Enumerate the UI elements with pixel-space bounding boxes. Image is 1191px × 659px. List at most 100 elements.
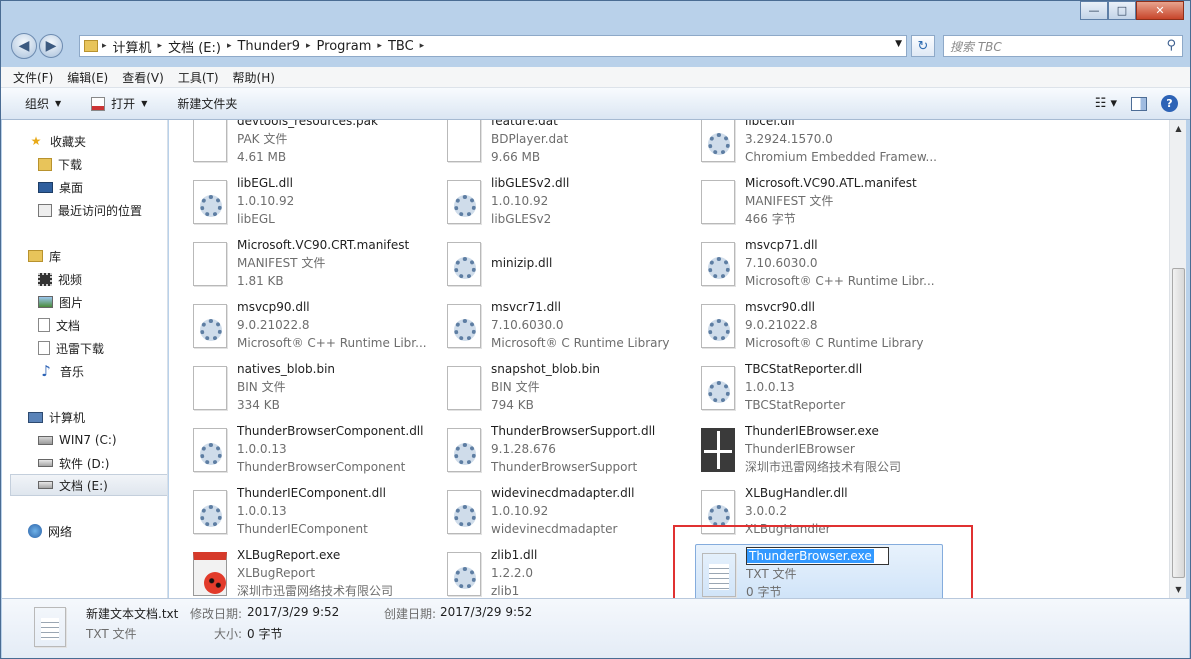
- maximize-button[interactable]: □: [1108, 1, 1136, 20]
- file-icon: [447, 366, 481, 410]
- nav-pictures[interactable]: 图片: [38, 291, 83, 313]
- breadcrumb-computer[interactable]: 计算机: [113, 37, 152, 56]
- address-dropdown-icon[interactable]: ▼: [895, 39, 902, 49]
- nav-documents[interactable]: 文档: [38, 314, 80, 336]
- file-item[interactable]: msvcr90.dll 9.0.21022.8 Microsoft® C Runti…: [695, 296, 943, 354]
- scroll-up-icon[interactable]: ▲: [1170, 120, 1187, 137]
- new-folder-button[interactable]: 新建文件夹: [177, 95, 237, 112]
- dll-gear-icon: [447, 180, 481, 224]
- file-item[interactable]: Microsoft.VC90.ATL.manifest MANIFEST 文件 46…: [695, 172, 943, 230]
- explorer-window: — □ ✕ ◀ ▶ ▸ 计算机 ▸ 文档 (E:) ▸ Thunder9 ▸ Prog…: [0, 0, 1191, 659]
- nav-drive-d[interactable]: 软件 (D:): [38, 452, 109, 474]
- file-item[interactable]: Microsoft.VC90.CRT.manifest MANIFEST 文件 1.…: [187, 234, 435, 292]
- breadcrumb-tbc[interactable]: TBC: [388, 39, 414, 54]
- vertical-scrollbar[interactable]: ▲ ▼: [1169, 120, 1186, 598]
- organize-button[interactable]: 组织 ▼: [25, 95, 61, 112]
- file-name: snapshot_blob.bin: [491, 362, 601, 376]
- nav-music[interactable]: ♪ 音乐: [38, 360, 84, 382]
- menu-edit[interactable]: 编辑(E): [67, 69, 108, 86]
- nav-drive-e[interactable]: 文档 (E:): [10, 474, 167, 496]
- open-button[interactable]: 打开 ▼: [91, 95, 147, 112]
- file-item[interactable]: widevinecdmadapter.dll 1.0.10.92 widevinec…: [441, 482, 689, 540]
- file-item[interactable]: msvcp90.dll 9.0.21022.8 Microsoft® C++ Run…: [187, 296, 435, 354]
- chevron-right-icon[interactable]: ▸: [377, 41, 382, 51]
- change-view-icon[interactable]: ☷ ▾: [1095, 96, 1117, 111]
- breadcrumb-program[interactable]: Program: [317, 39, 372, 54]
- file-item[interactable]: libEGL.dll 1.0.10.92 libEGL: [187, 172, 435, 230]
- file-meta-2: Microsoft® C++ Runtime Libr...: [237, 336, 427, 350]
- forward-button[interactable]: ▶: [39, 34, 63, 58]
- chevron-down-icon: ▼: [141, 99, 148, 108]
- preview-pane-icon[interactable]: [1131, 96, 1147, 111]
- file-item[interactable]: ThunderIEComponent.dll 1.0.0.13 ThunderIEC…: [187, 482, 435, 540]
- minimize-button[interactable]: —: [1080, 1, 1108, 20]
- refresh-button[interactable]: ↻: [911, 35, 935, 57]
- address-bar[interactable]: ▸ 计算机 ▸ 文档 (E:) ▸ Thunder9 ▸ Program ▸ TBC ▸ …: [79, 35, 907, 57]
- file-name: TBCStatReporter.dll: [745, 362, 863, 376]
- search-icon[interactable]: ⚲: [1166, 38, 1176, 53]
- dll-gear-icon: [193, 428, 227, 472]
- chevron-right-icon[interactable]: ▸: [306, 41, 311, 51]
- nav-downloads[interactable]: 下载: [38, 153, 82, 175]
- file-item[interactable]: libcef.dll 3.2924.1570.0 Chromium Embedded…: [695, 120, 943, 168]
- file-item[interactable]: feature.dat BDPlayer.dat 9.66 MB: [441, 120, 689, 168]
- nav-computer[interactable]: 计算机: [28, 406, 85, 428]
- file-name: msvcr90.dll: [745, 300, 815, 314]
- file-meta-1: 9.1.28.676: [491, 442, 556, 456]
- file-item[interactable]: zlib1.dll 1.2.2.0 zlib1: [441, 544, 689, 598]
- file-item[interactable]: minizip.dll: [441, 234, 689, 292]
- menu-help[interactable]: 帮助(H): [233, 69, 275, 86]
- chevron-right-icon[interactable]: ▸: [420, 41, 425, 51]
- nav-recent[interactable]: 最近访问的位置: [38, 199, 142, 221]
- nav-xunlei-downloads[interactable]: 迅雷下载: [38, 337, 104, 359]
- gear-icon: [708, 257, 730, 279]
- gear-icon: [454, 195, 476, 217]
- file-item-text: libGLESv2.dll 1.0.10.92 libGLESv2: [491, 174, 687, 228]
- file-name: Microsoft.VC90.ATL.manifest: [745, 176, 917, 190]
- file-item[interactable]: ThunderIEBrowser.exe ThunderIEBrowser 深圳市迅…: [695, 420, 943, 478]
- file-item[interactable]: msvcp71.dll 7.10.6030.0 Microsoft® C++ Run…: [695, 234, 943, 292]
- details-created-label: 创建日期:: [384, 607, 437, 621]
- search-input[interactable]: 搜索 TBC ⚲: [943, 35, 1183, 57]
- scroll-thumb[interactable]: [1172, 268, 1185, 578]
- file-item[interactable]: ThunderBrowserComponent.dll 1.0.0.13 Thund…: [187, 420, 435, 478]
- breadcrumb-thunder9[interactable]: Thunder9: [237, 39, 300, 54]
- nav-network[interactable]: 网络: [28, 520, 72, 542]
- file-item[interactable]: msvcr71.dll 7.10.6030.0 Microsoft® C Runti…: [441, 296, 689, 354]
- chevron-right-icon[interactable]: ▸: [227, 41, 232, 51]
- menu-file[interactable]: 文件(F): [13, 69, 53, 86]
- file-item[interactable]: natives_blob.bin BIN 文件 334 KB: [187, 358, 435, 416]
- nav-videos[interactable]: 视频: [38, 268, 82, 290]
- nav-libraries[interactable]: 库: [28, 245, 61, 267]
- menu-view[interactable]: 查看(V): [122, 69, 164, 86]
- nav-drive-c[interactable]: WIN7 (C:): [38, 429, 117, 451]
- file-item[interactable]: snapshot_blob.bin BIN 文件 794 KB: [441, 358, 689, 416]
- breadcrumb-drive-e[interactable]: 文档 (E:): [168, 37, 221, 56]
- file-list: devtools_resources.pak PAK 文件 4.61 MB featu…: [169, 120, 1169, 598]
- breadcrumb-separator-icon[interactable]: ▸: [102, 41, 107, 51]
- file-meta-1: 1.2.2.0: [491, 566, 533, 580]
- nav-favorites[interactable]: ★ 收藏夹: [28, 130, 86, 152]
- text-file-icon: [34, 607, 66, 647]
- file-meta-1: 1.0.10.92: [491, 504, 549, 518]
- caption-buttons: — □ ✕: [1080, 1, 1184, 20]
- file-meta-1: 1.0.0.13: [237, 442, 287, 456]
- file-meta-2: 334 KB: [237, 398, 280, 412]
- file-item[interactable]: devtools_resources.pak PAK 文件 4.61 MB: [187, 120, 435, 168]
- file-item[interactable]: XLBugReport.exe XLBugReport 深圳市迅雷网络技术有限公司: [187, 544, 435, 598]
- gear-icon: [200, 443, 222, 465]
- help-icon[interactable]: ?: [1161, 95, 1178, 112]
- file-item[interactable]: libGLESv2.dll 1.0.10.92 libGLESv2: [441, 172, 689, 230]
- file-meta-1: PAK 文件: [237, 132, 288, 146]
- command-bar: 组织 ▼ 打开 ▼ 新建文件夹 ☷ ▾ ?: [1, 88, 1190, 120]
- chevron-right-icon[interactable]: ▸: [158, 41, 163, 51]
- back-button[interactable]: ◀: [11, 33, 37, 59]
- file-item-text: zlib1.dll 1.2.2.0 zlib1: [491, 546, 687, 598]
- file-item[interactable]: ThunderBrowserSupport.dll 9.1.28.676 Thund…: [441, 420, 689, 478]
- menu-tools[interactable]: 工具(T): [178, 69, 219, 86]
- file-meta-1: XLBugReport: [237, 566, 316, 580]
- scroll-down-icon[interactable]: ▼: [1170, 581, 1187, 598]
- close-button[interactable]: ✕: [1136, 1, 1184, 20]
- nav-desktop[interactable]: 桌面: [38, 176, 83, 198]
- file-item[interactable]: TBCStatReporter.dll 1.0.0.13 TBCStatReport…: [695, 358, 943, 416]
